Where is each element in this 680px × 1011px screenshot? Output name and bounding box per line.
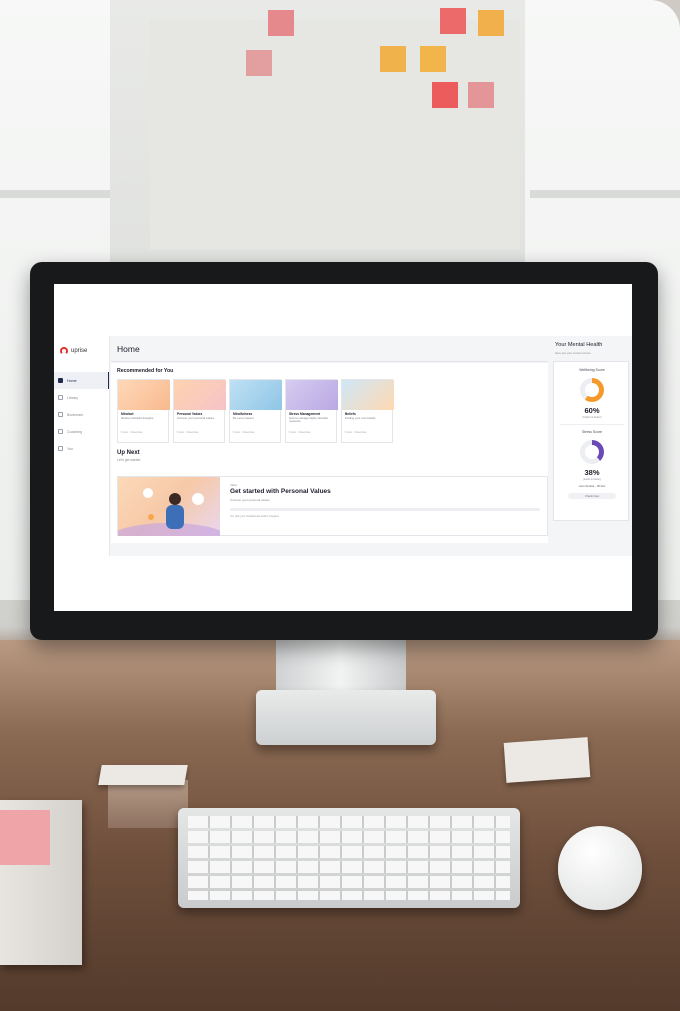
- divider: [560, 424, 624, 425]
- mouse: [558, 826, 642, 910]
- sticky-note: [440, 8, 466, 34]
- card-description: Uncover your personal values: [177, 416, 215, 420]
- card-description: Rewire unhelpful thoughts: [121, 416, 154, 420]
- score-ring-center: [585, 383, 599, 397]
- wellbeing-value: 60%: [584, 406, 600, 415]
- sticky-note: [432, 82, 458, 108]
- up-next-subtitle: Let's get started: [117, 458, 141, 462]
- brand-name: uprise: [71, 348, 88, 354]
- bookmark-icon: [58, 412, 63, 417]
- card-description: Finding your core beliefs: [345, 416, 376, 420]
- personal-values-illustration: [109, 477, 229, 555]
- sticky-note: [468, 82, 494, 108]
- stress-score-ring: [580, 440, 604, 464]
- sticky-note: [420, 46, 446, 72]
- sidebar-item-bookmark[interactable]: Bookmark: [54, 406, 109, 423]
- sticky-note: [246, 50, 272, 76]
- keyboard: [178, 808, 520, 908]
- person-illustration: [109, 488, 229, 555]
- progress-bar: [230, 508, 540, 511]
- card-meta: 6 mins · 3 Exercises: [345, 431, 367, 434]
- score-ring-center: [585, 445, 599, 459]
- card-meta: 6 mins · 3 Exercises: [289, 431, 311, 434]
- monitor: uprise Home Library Bookmark Coaching Yo…: [30, 262, 658, 640]
- card-meta: 6 mins · 3 Exercises: [121, 431, 143, 434]
- stress-value: 38%: [584, 468, 600, 477]
- feature-title: Get started with Personal Values: [230, 488, 331, 495]
- feature-subtitle: Uncover your personal values: [230, 498, 270, 502]
- last-checked: Last checked – 08 Dec: [578, 485, 606, 488]
- paper-note: [98, 765, 188, 785]
- panel-subtitle: Here are your current scores: [555, 351, 591, 355]
- sidebar-item-library[interactable]: Library: [54, 389, 109, 406]
- check-now-button[interactable]: Check Now: [568, 493, 616, 499]
- course-card-mindset[interactable]: Mindset Rewire unhelpful thoughts 6 mins…: [117, 379, 170, 443]
- keyboard-keys: [188, 816, 510, 900]
- phone-icon: [58, 429, 63, 434]
- library-icon: [58, 395, 63, 400]
- uprise-logo-icon: [60, 347, 68, 355]
- course-illustration: [230, 380, 282, 410]
- window-frame: [0, 190, 110, 198]
- page-title: Home: [117, 344, 140, 354]
- course-illustration: [342, 380, 394, 410]
- screen: uprise Home Library Bookmark Coaching Yo…: [54, 284, 632, 611]
- card-description: How to manage highly stressful moments: [289, 416, 328, 424]
- feature-hint: Tip: pick your headphones before it begi…: [230, 515, 279, 518]
- sidebar-nav: Home Library Bookmark Coaching You: [54, 372, 109, 457]
- wellbeing-score-ring: [580, 378, 604, 402]
- sidebar-item-label: Home: [67, 378, 77, 383]
- sidebar-item-label: You: [67, 446, 74, 451]
- wellbeing-note: (higher is better): [582, 416, 602, 419]
- sidebar-item-home[interactable]: Home: [54, 372, 109, 389]
- home-icon: [58, 378, 63, 383]
- stress-note: (lower is better): [583, 478, 601, 481]
- card-description: Be more present: [233, 416, 254, 420]
- up-next-card[interactable]: Video Get started with Personal Values U…: [109, 476, 548, 555]
- panel-title: Your Mental Health: [555, 342, 603, 348]
- course-card-mindfulness[interactable]: Mindfulness Be more present 6 mins · 3 E…: [229, 379, 282, 443]
- home-content: Recommended for You Mindset Rewire unhel…: [109, 363, 548, 555]
- sidebar-item-you[interactable]: You: [54, 440, 109, 457]
- course-card-stress-management[interactable]: Stress Management How to manage highly s…: [285, 379, 338, 443]
- course-illustration: [286, 380, 338, 410]
- card-meta: 6 mins · 3 Exercises: [233, 431, 255, 434]
- sticky-note: [380, 46, 406, 72]
- user-icon: [58, 446, 63, 451]
- card-meta: 6 mins · 3 Exercises: [177, 431, 199, 434]
- logo[interactable]: uprise: [60, 347, 87, 355]
- glass-wall: [150, 20, 520, 250]
- sidebar-item-label: Library: [67, 395, 78, 400]
- photo-scene: uprise Home Library Bookmark Coaching Yo…: [0, 0, 680, 1011]
- up-next-title: Up Next: [117, 450, 140, 456]
- divider: [111, 361, 548, 362]
- sidebar: uprise Home Library Bookmark Coaching Yo…: [54, 336, 110, 556]
- mental-health-panel: Your Mental Health Here are your current…: [550, 336, 632, 556]
- course-illustration: [174, 380, 226, 410]
- recommended-cards: Mindset Rewire unhelpful thoughts 6 mins…: [117, 379, 394, 443]
- uprise-app: uprise Home Library Bookmark Coaching Yo…: [54, 336, 632, 556]
- wooden-block: [108, 780, 188, 828]
- recommended-title: Recommended for You: [117, 368, 174, 374]
- course-card-personal-values[interactable]: Personal Values Uncover your personal va…: [173, 379, 226, 443]
- main-content: Home Recommended for You Mindset Rewire …: [109, 336, 548, 556]
- course-card-beliefs[interactable]: Beliefs Finding your core beliefs 6 mins…: [341, 379, 394, 443]
- window-frame: [530, 190, 680, 198]
- sticky-note: [0, 810, 50, 865]
- paper-note: [503, 737, 591, 783]
- score-card: Wellbeing Score 60% (higher is better) S…: [553, 361, 629, 521]
- monitor-stand-base: [256, 690, 436, 745]
- wellbeing-label: Wellbeing Score: [579, 368, 605, 372]
- sidebar-item-coaching[interactable]: Coaching: [54, 423, 109, 440]
- course-illustration: [118, 380, 170, 410]
- stress-label: Stress Score: [581, 430, 603, 434]
- sidebar-item-label: Bookmark: [67, 412, 84, 417]
- sticky-note: [268, 10, 294, 36]
- sticky-note: [478, 10, 504, 36]
- sidebar-item-label: Coaching: [67, 429, 83, 434]
- feature-kicker: Video: [230, 483, 238, 487]
